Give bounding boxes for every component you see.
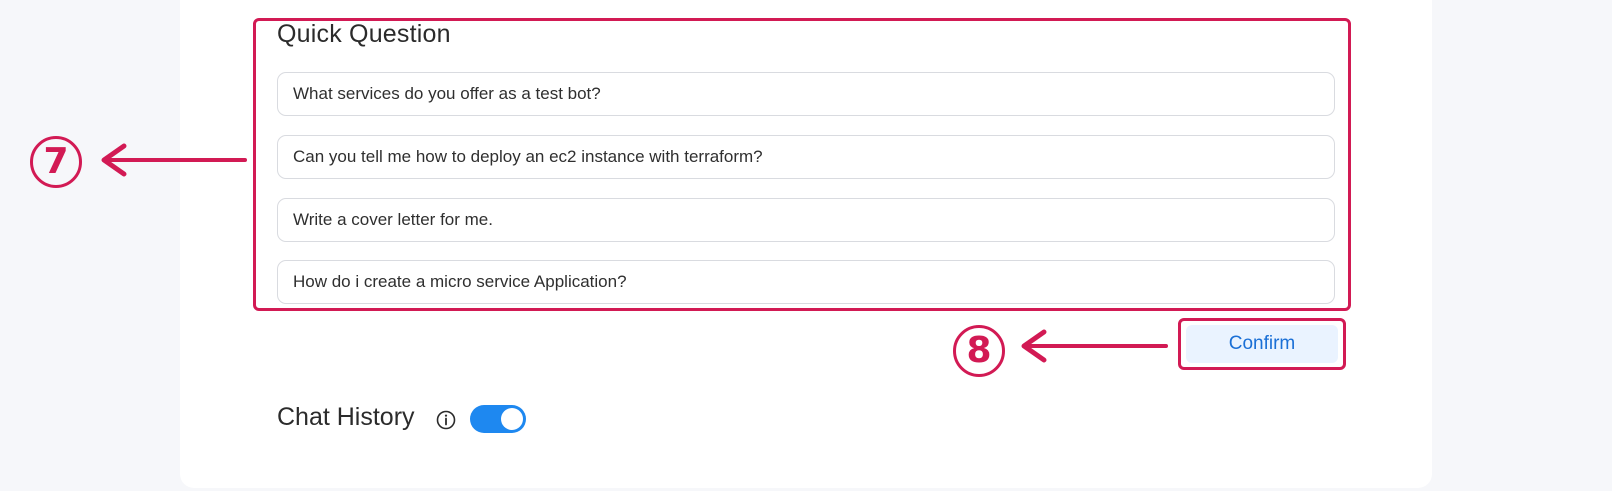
chat-history-label: Chat History xyxy=(277,403,415,431)
page: Quick Question 7 Confirm 8 Chat History xyxy=(0,0,1612,491)
quick-question-title: Quick Question xyxy=(277,20,451,48)
confirm-button[interactable]: Confirm xyxy=(1186,325,1338,363)
annotation-arrow-left-icon xyxy=(101,143,247,177)
quick-question-input-2[interactable] xyxy=(277,135,1335,179)
chat-history-toggle[interactable] xyxy=(470,405,526,433)
info-icon[interactable] xyxy=(436,410,456,430)
annotation-arrow-left-icon xyxy=(1021,329,1168,363)
quick-question-input-1[interactable] xyxy=(277,72,1335,116)
toggle-knob xyxy=(501,408,523,430)
annotation-marker-8: 8 xyxy=(953,325,1005,377)
annotation-marker-7: 7 xyxy=(30,136,82,188)
quick-question-input-3[interactable] xyxy=(277,198,1335,242)
quick-question-input-4[interactable] xyxy=(277,260,1335,304)
